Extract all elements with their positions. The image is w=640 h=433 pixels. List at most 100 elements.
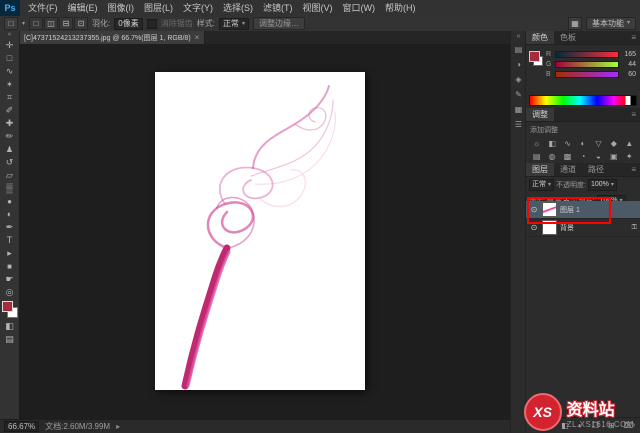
photo-filter-icon[interactable]: ◍ — [544, 150, 559, 163]
status-flyout-icon[interactable]: ▸ — [116, 422, 120, 431]
visibility-eye-icon[interactable]: ⊙ — [529, 205, 539, 214]
hue-saturation-icon[interactable]: ◆ — [606, 137, 621, 150]
move-tool[interactable]: ✛ — [1, 39, 18, 52]
tab-color[interactable]: 颜色 — [526, 31, 554, 44]
zoom-tool[interactable]: ◎ — [1, 286, 18, 299]
green-value[interactable]: 44 — [622, 61, 636, 68]
tab-layers[interactable]: 图层 — [526, 163, 554, 176]
exposure-icon[interactable]: ◐ — [575, 137, 590, 150]
collapsed-panel-icon-2[interactable]: ◑ — [513, 59, 525, 70]
black-white-icon[interactable]: ▤ — [529, 150, 544, 163]
color-swatches[interactable] — [2, 301, 18, 318]
levels-icon[interactable]: ◧ — [544, 137, 559, 150]
menu-filter[interactable]: 滤镜(T) — [258, 0, 298, 16]
visibility-eye-icon[interactable]: ⊙ — [529, 223, 539, 232]
feather-input[interactable]: 0像素 — [114, 18, 142, 30]
opacity-select[interactable]: 100% ▾ — [588, 179, 617, 191]
workspace-grid-icon[interactable]: ▦ — [568, 17, 582, 30]
panel-color-swatches[interactable] — [529, 51, 543, 66]
color-lookup-icon[interactable]: ◔ — [575, 150, 590, 163]
canvas-area[interactable] — [19, 44, 511, 420]
layer-row-background[interactable]: ⊙ 背景 ⚿ — [526, 219, 640, 237]
layer-thumbnail[interactable] — [542, 202, 557, 217]
collapsed-panel-icon-4[interactable]: ✎ — [513, 89, 525, 100]
hand-tool[interactable]: ☛ — [1, 273, 18, 286]
document-tab[interactable]: [C]47371524213237355.jpg @ 66.7%(图层 1, R… — [19, 31, 205, 44]
menu-view[interactable]: 视图(V) — [298, 0, 338, 16]
lasso-tool[interactable]: ∿ — [1, 65, 18, 78]
new-selection-icon[interactable]: □ — [29, 17, 43, 30]
quick-mask-tool[interactable]: ◧ — [1, 320, 18, 333]
dodge-tool[interactable]: ◐ — [1, 208, 18, 221]
layer-thumbnail[interactable] — [542, 220, 557, 235]
red-value[interactable]: 165 — [622, 51, 636, 58]
type-tool[interactable]: T — [1, 234, 18, 247]
collapsed-panel-icon-5[interactable]: ▦ — [513, 104, 525, 115]
pen-tool[interactable]: ✒ — [1, 221, 18, 234]
menu-window[interactable]: 窗口(W) — [338, 0, 381, 16]
posterize-icon[interactable]: ▣ — [606, 150, 621, 163]
blend-mode-select[interactable]: 正常 ▾ — [529, 179, 554, 191]
collapsed-panel-icon-3[interactable]: ◈ — [513, 74, 525, 85]
green-slider[interactable] — [555, 61, 619, 68]
eraser-tool[interactable]: ▱ — [1, 169, 18, 182]
antialias-checkbox[interactable] — [147, 19, 157, 29]
document-canvas[interactable] — [155, 72, 365, 390]
menu-file[interactable]: 文件(F) — [23, 0, 63, 16]
menu-type[interactable]: 文字(Y) — [178, 0, 218, 16]
panel-menu-icon[interactable]: ≡ — [627, 163, 640, 176]
panel-menu-icon[interactable]: ≡ — [627, 31, 640, 44]
menu-layer[interactable]: 图层(L) — [139, 0, 178, 16]
spot-healing-brush-tool[interactable]: ✚ — [1, 117, 18, 130]
history-brush-tool[interactable]: ↺ — [1, 156, 18, 169]
menu-edit[interactable]: 编辑(E) — [63, 0, 103, 16]
tool-preset-caret-icon[interactable]: ▾ — [22, 20, 25, 27]
screen-mode-tool[interactable]: ▤ — [1, 333, 18, 346]
subtract-selection-icon[interactable]: ⊟ — [59, 17, 73, 30]
crop-tool[interactable]: ⌗ — [1, 91, 18, 104]
blue-value[interactable]: 60 — [622, 71, 636, 78]
red-slider[interactable] — [555, 51, 619, 58]
foreground-color-swatch[interactable] — [2, 301, 13, 312]
tab-paths[interactable]: 路径 — [582, 163, 610, 176]
shape-tool[interactable]: ■ — [1, 260, 18, 273]
zoom-level-field[interactable]: 66.67% — [4, 421, 39, 432]
path-selection-tool[interactable]: ▸ — [1, 247, 18, 260]
tab-channels[interactable]: 通道 — [554, 163, 582, 176]
threshold-icon[interactable]: ✦ — [622, 150, 637, 163]
layer-name[interactable]: 背景 — [560, 223, 574, 233]
vibrance-icon[interactable]: ▽ — [591, 137, 606, 150]
collapsed-panel-icon-6[interactable]: ☰ — [513, 119, 525, 130]
intersect-selection-icon[interactable]: ⊡ — [74, 17, 88, 30]
blur-tool[interactable]: ● — [1, 195, 18, 208]
menu-select[interactable]: 选择(S) — [218, 0, 258, 16]
refine-edge-button[interactable]: 调整边缘… — [253, 17, 305, 30]
menu-image[interactable]: 图像(I) — [103, 0, 140, 16]
collapsed-panel-icon-1[interactable]: ▤ — [513, 44, 525, 55]
panel-foreground-swatch[interactable] — [529, 51, 540, 62]
eyedropper-tool[interactable]: ✐ — [1, 104, 18, 117]
layer-name[interactable]: 图层 1 — [560, 205, 580, 215]
tab-swatches[interactable]: 色板 — [554, 31, 582, 44]
color-balance-icon[interactable]: ▲ — [622, 137, 637, 150]
workspace-switcher[interactable]: 基本功能 ▾ — [586, 17, 636, 30]
close-tab-icon[interactable]: × — [195, 33, 200, 42]
gradient-tool[interactable]: ▒ — [1, 182, 18, 195]
invert-icon[interactable]: ◒ — [591, 150, 606, 163]
clone-stamp-tool[interactable]: ♟ — [1, 143, 18, 156]
color-spectrum-bar[interactable] — [529, 95, 637, 106]
brightness-contrast-icon[interactable]: ☼ — [529, 137, 544, 150]
style-select[interactable]: 正常 ▾ — [219, 18, 249, 30]
blue-slider[interactable] — [555, 71, 619, 78]
expand-panels-icon[interactable]: « — [517, 33, 521, 40]
rectangular-marquee-tool[interactable]: □ — [1, 52, 18, 65]
layer-row-layer1[interactable]: ⊙ 图层 1 — [526, 201, 640, 219]
channel-mixer-icon[interactable]: ▩ — [560, 150, 575, 163]
add-selection-icon[interactable]: ◫ — [44, 17, 58, 30]
panel-menu-icon[interactable]: ≡ — [627, 108, 640, 121]
tool-preset-icon[interactable]: □ — [4, 17, 18, 30]
quick-selection-tool[interactable]: ✶ — [1, 78, 18, 91]
toolbar-collapse-icon[interactable]: « — [8, 31, 12, 39]
curves-icon[interactable]: ∿ — [560, 137, 575, 150]
menu-help[interactable]: 帮助(H) — [380, 0, 421, 16]
